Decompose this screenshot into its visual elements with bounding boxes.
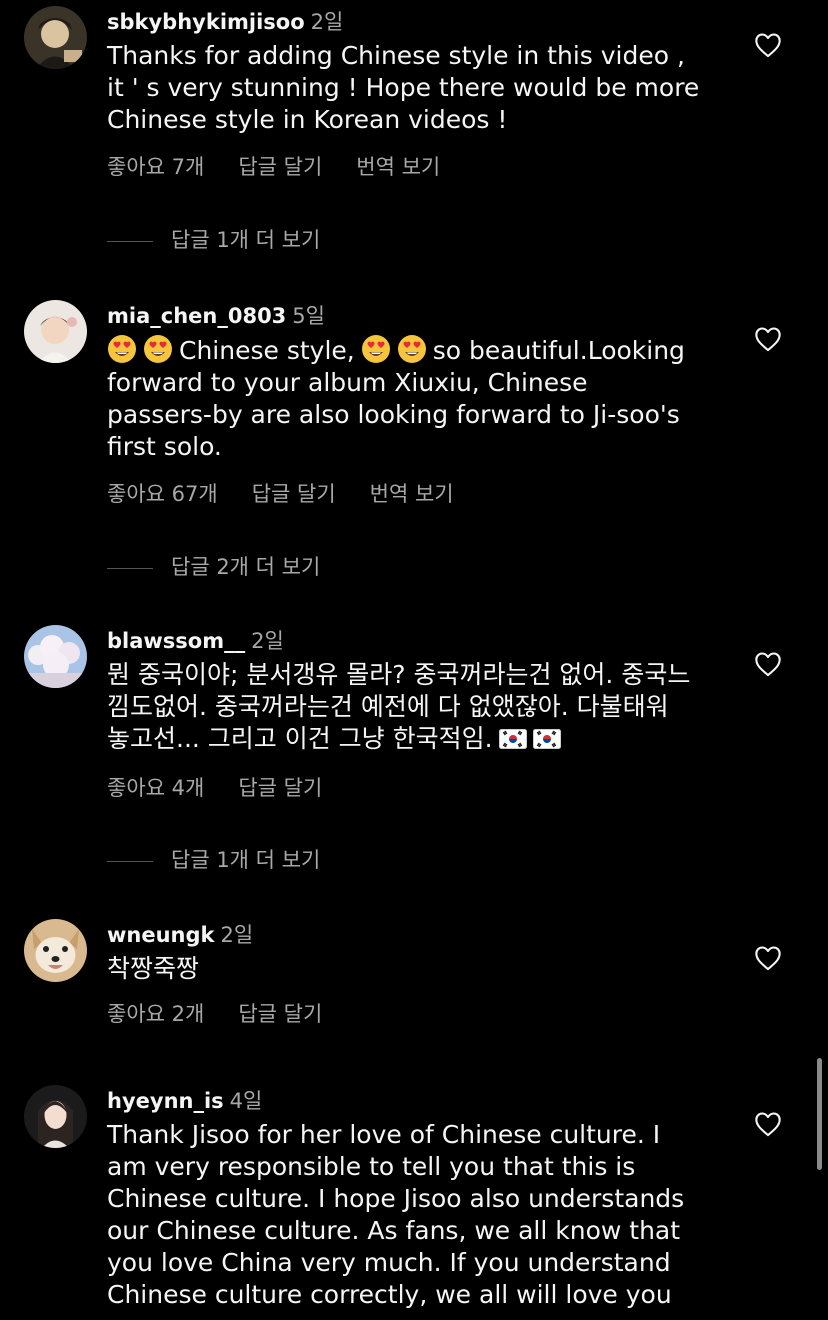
heart-icon[interactable] xyxy=(754,1111,782,1137)
user-avatar[interactable] xyxy=(24,1085,87,1148)
comment-text: Thanks for adding Chinese style in this … xyxy=(107,41,700,134)
translate-button[interactable]: 번역 보기 xyxy=(356,155,440,179)
heart-icon[interactable] xyxy=(754,32,782,58)
heart-icon[interactable] xyxy=(754,945,782,971)
comment-time: 2일 xyxy=(310,10,344,34)
view-replies-label: 답글 1개 더 보기 xyxy=(171,848,321,872)
heart-eyes-emoji xyxy=(143,334,173,364)
user-avatar[interactable] xyxy=(24,625,87,688)
username-link[interactable]: wneungk xyxy=(107,923,215,947)
comment-actions: 좋아요 4개 답글 달기 xyxy=(107,773,356,803)
avatar-image xyxy=(24,625,87,688)
comment-header: blawssom__ 2일 xyxy=(107,625,284,657)
heart-eyes-emoji xyxy=(397,334,427,364)
username-link[interactable]: sbkybhykimjisoo xyxy=(107,10,305,34)
comment-header: mia_chen_0803 5일 xyxy=(107,300,325,332)
username-link[interactable]: blawssom__ xyxy=(107,629,245,653)
comment-text-part: Chinese style, xyxy=(179,336,355,365)
likes-count[interactable]: 좋아요 7개 xyxy=(107,155,204,179)
heart-eyes-emoji xyxy=(361,334,391,364)
comment-header: wneungk 2일 xyxy=(107,919,253,951)
likes-count[interactable]: 좋아요 4개 xyxy=(107,776,204,800)
comment-time: 2일 xyxy=(220,923,254,947)
avatar-image xyxy=(24,1085,87,1148)
avatar-image xyxy=(24,300,87,363)
comment-text: Chinese style, so beautiful.Looking forwa… xyxy=(107,334,747,463)
comment-text: 뭔 중국이야; 분서갱유 몰라? 중국꺼라는건 없어. 중국느 낌도없어. 중국… xyxy=(107,659,747,755)
view-replies-label: 답글 2개 더 보기 xyxy=(171,555,321,579)
view-replies-label: 답글 1개 더 보기 xyxy=(171,228,321,252)
user-avatar[interactable] xyxy=(24,300,87,363)
view-replies-button[interactable]: 답글 2개 더 보기 xyxy=(107,552,320,582)
reply-button[interactable]: 답글 달기 xyxy=(238,155,322,179)
replies-divider xyxy=(107,240,153,242)
comment-header: sbkybhykimjisoo 2일 xyxy=(107,6,343,38)
reply-button[interactable]: 답글 달기 xyxy=(252,482,336,506)
comment-time: 5일 xyxy=(292,304,325,328)
replies-divider xyxy=(107,860,153,862)
comment-header: hyeynn_is 4일 xyxy=(107,1085,262,1117)
username-link[interactable]: mia_chen_0803 xyxy=(107,304,286,328)
heart-eyes-emoji xyxy=(107,334,137,364)
comment-text: 착짱죽짱 xyxy=(107,954,200,983)
view-replies-button[interactable]: 답글 1개 더 보기 xyxy=(107,845,320,875)
user-avatar[interactable] xyxy=(24,919,87,982)
replies-divider xyxy=(107,567,153,569)
reply-button[interactable]: 답글 달기 xyxy=(238,1002,322,1026)
view-replies-button[interactable]: 답글 1개 더 보기 xyxy=(107,225,320,255)
south-korea-flag-emoji xyxy=(499,729,527,749)
comment-time: 4일 xyxy=(229,1089,263,1113)
comment-time: 2일 xyxy=(251,629,284,653)
avatar-image xyxy=(24,919,87,982)
comment-actions: 좋아요 67개 답글 달기 번역 보기 xyxy=(107,479,488,509)
likes-count[interactable]: 좋아요 67개 xyxy=(107,482,218,506)
comment-actions: 좋아요 2개 답글 달기 xyxy=(107,999,356,1029)
heart-icon[interactable] xyxy=(754,326,782,352)
username-link[interactable]: hyeynn_is xyxy=(107,1089,224,1113)
likes-count[interactable]: 좋아요 2개 xyxy=(107,1002,204,1026)
heart-icon[interactable] xyxy=(754,651,782,677)
reply-button[interactable]: 답글 달기 xyxy=(238,776,322,800)
avatar-image xyxy=(24,6,87,69)
comment-text-body: 뭔 중국이야; 분서갱유 몰라? 중국꺼라는건 없어. 중국느 낌도없어. 중국… xyxy=(107,660,691,753)
user-avatar[interactable] xyxy=(24,6,87,69)
comment-text: Thank Jisoo for her love of Chinese cult… xyxy=(107,1120,685,1309)
translate-button[interactable]: 번역 보기 xyxy=(370,482,454,506)
scrollbar[interactable] xyxy=(817,1058,822,1170)
south-korea-flag-emoji xyxy=(533,729,561,749)
comment-actions: 좋아요 7개 답글 달기 번역 보기 xyxy=(107,152,474,182)
